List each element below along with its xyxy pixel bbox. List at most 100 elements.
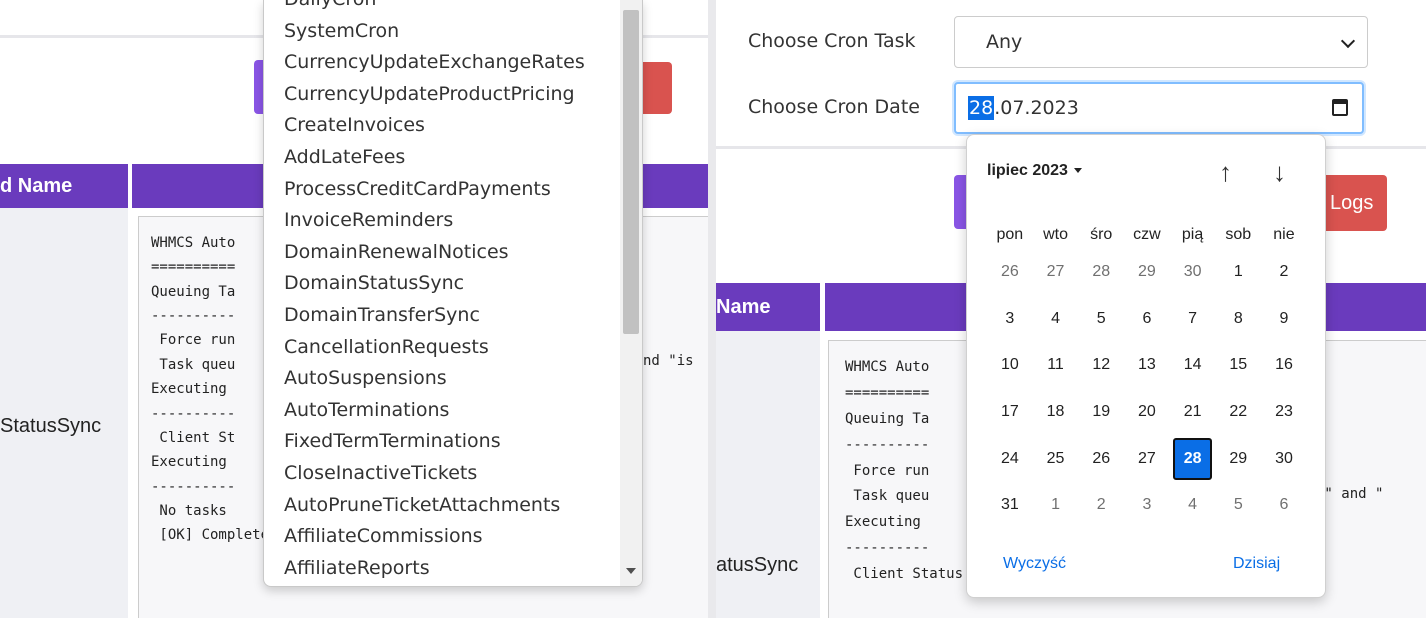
calendar-day[interactable]: 20 (1124, 403, 1170, 421)
calendar-day[interactable]: 11 (1033, 356, 1079, 374)
calendar-day[interactable]: 6 (1261, 496, 1307, 514)
calendar-day[interactable]: 25 (1033, 450, 1079, 468)
weekday-label: pią (1181, 226, 1204, 243)
chevron-down-icon (1340, 33, 1356, 49)
next-month-arrow-icon[interactable]: ↓ (1273, 157, 1286, 188)
previous-month-arrow-icon[interactable]: ↑ (1219, 157, 1232, 188)
calendar-day[interactable]: 23 (1261, 403, 1307, 421)
calendar-day[interactable]: 30 (1170, 263, 1216, 281)
calendar-week-row: 17 18 19 20 21 22 23 (987, 389, 1307, 436)
logs-button-label: Logs (1330, 191, 1374, 214)
calendar-day[interactable]: 3 (1124, 496, 1170, 514)
calendar-day[interactable]: 30 (1261, 450, 1307, 468)
dropdown-option[interactable]: AffiliateReports (264, 553, 620, 585)
calendar-day[interactable]: 24 (987, 450, 1033, 468)
calendar-week-row: 3456789 (987, 296, 1307, 343)
calendar-day[interactable]: 2 (1078, 496, 1124, 514)
calendar-day[interactable]: 31 (987, 496, 1033, 514)
table-header-label: d Name (0, 174, 73, 197)
dropdown-option[interactable]: ProcessCreditCardPayments (264, 174, 620, 206)
dropdown-option[interactable]: CreateInvoices (264, 110, 620, 142)
dropdown-option[interactable]: CancellationRequests (264, 332, 620, 364)
weekday-label: sob (1225, 226, 1252, 243)
cron-task-label: Choose Cron Task (748, 30, 916, 52)
cron-task-dropdown-list[interactable]: DailyCronSystemCronCurrencyUpdateExchang… (263, 0, 643, 587)
weekday-label: czw (1133, 226, 1161, 243)
calendar-day[interactable]: 6 (1124, 310, 1170, 328)
dropdown-option[interactable]: CloseInactiveTickets (264, 458, 620, 490)
calendar-day[interactable]: 1 (1033, 496, 1079, 514)
calendar-day[interactable]: 21 (1170, 403, 1216, 421)
calendar-day[interactable]: 16 (1261, 356, 1307, 374)
calendar-day[interactable]: 7 (1170, 310, 1216, 328)
caret-down-icon (1073, 168, 1082, 174)
calendar-day[interactable]: 1 (1215, 263, 1261, 281)
dropdown-option[interactable]: CurrencyUpdateExchangeRates (264, 47, 620, 79)
right-screenshot-panel: Choose Cron Task Any Choose Cron Date 28… (716, 0, 1426, 618)
calendar-day[interactable]: 12 (1078, 356, 1124, 374)
weekday-label: śro (1090, 226, 1113, 243)
calendar-day[interactable]: 27 (1033, 263, 1079, 281)
calendar-day[interactable]: 14 (1170, 356, 1216, 374)
calendar-day[interactable]: 13 (1124, 356, 1170, 374)
calendar-day[interactable]: 4 (1170, 496, 1216, 514)
calendar-day[interactable]: 26 (987, 263, 1033, 281)
date-day-segment[interactable]: 28 (968, 96, 995, 120)
cron-date-input[interactable]: 28.07.2023 (954, 82, 1364, 134)
dropdown-scrollbar[interactable] (620, 0, 642, 586)
calendar-day[interactable]: 15 (1215, 356, 1261, 374)
calendar-icon[interactable] (1332, 99, 1348, 116)
cron-task-select[interactable]: Any (954, 16, 1368, 68)
calendar-day[interactable]: 5 (1078, 310, 1124, 328)
cron-date-label: Choose Cron Date (748, 96, 920, 118)
scroll-down-arrow-icon[interactable] (626, 568, 636, 574)
calendar-day[interactable]: 29 (1124, 263, 1170, 281)
dropdown-option[interactable]: InvoiceReminders (264, 205, 620, 237)
calendar-day[interactable]: 5 (1215, 496, 1261, 514)
dropdown-option[interactable]: DomainStatusSync (264, 268, 620, 300)
log-overflow-text: nd "is (643, 353, 694, 369)
calendar-day[interactable]: 3 (987, 310, 1033, 328)
calendar-day[interactable]: 26 (1078, 450, 1124, 468)
calendar-day[interactable]: 17 (987, 403, 1033, 421)
dropdown-option[interactable]: AffiliateCommissions (264, 521, 620, 553)
calendar-day[interactable]: 19 (1078, 403, 1124, 421)
calendar-week-row: 10 11 12 13 14 15 16 (987, 342, 1307, 389)
clear-date-button[interactable]: Wyczyść (1003, 555, 1066, 573)
cron-task-value: Any (986, 31, 1023, 53)
weekday-label: nie (1273, 226, 1295, 243)
calendar-week-row: 26 27 28 29 30 1 2 (987, 249, 1307, 296)
selected-day[interactable]: 28 (1172, 437, 1213, 480)
calendar-day[interactable]: 29 (1215, 450, 1261, 468)
dropdown-option[interactable]: DomainRenewalNotices (264, 237, 620, 269)
calendar-week-row: 31 1 2 3 4 5 6 (987, 482, 1307, 529)
dropdown-option[interactable]: DomainTransferSync (264, 300, 620, 332)
table-row-name: StatusSync (0, 415, 102, 437)
dropdown-option[interactable]: CurrencyUpdateProductPricing (264, 79, 620, 111)
calendar-day[interactable]: 28 (1078, 263, 1124, 281)
table-header-name: Name (716, 283, 820, 331)
calendar-day[interactable]: 22 (1215, 403, 1261, 421)
dropdown-option[interactable]: AutoPruneTicketAttachments (264, 490, 620, 522)
calendar-day[interactable]: 4 (1033, 310, 1079, 328)
calendar-day[interactable]: 8 (1215, 310, 1261, 328)
weekday-label: pon (996, 226, 1024, 243)
dropdown-option[interactable]: FixedTermTerminations (264, 426, 620, 458)
dropdown-option[interactable]: AutoSuspensions (264, 363, 620, 395)
dropdown-options: DailyCronSystemCronCurrencyUpdateExchang… (264, 0, 620, 584)
calendar-day[interactable]: 18 (1033, 403, 1079, 421)
calendar-day[interactable]: 10 (987, 356, 1033, 374)
weekday-label: wto (1043, 226, 1068, 243)
date-rest-segment[interactable]: .07.2023 (994, 97, 1079, 119)
dropdown-option[interactable]: AutoTerminations (264, 395, 620, 427)
calendar-day[interactable]: 2 (1261, 263, 1307, 281)
month-year-selector[interactable]: lipiec 2023 (987, 162, 1082, 180)
dropdown-option[interactable]: SystemCron (264, 16, 620, 48)
dropdown-option[interactable]: AddLateFees (264, 142, 620, 174)
dropdown-option[interactable]: DailyCron (264, 0, 620, 16)
today-button[interactable]: Dzisiaj (1233, 555, 1280, 573)
scrollbar-thumb[interactable] (623, 10, 639, 334)
calendar-day[interactable]: 27 (1124, 450, 1170, 468)
logs-button[interactable]: Logs (1320, 175, 1387, 231)
calendar-day[interactable]: 9 (1261, 310, 1307, 328)
